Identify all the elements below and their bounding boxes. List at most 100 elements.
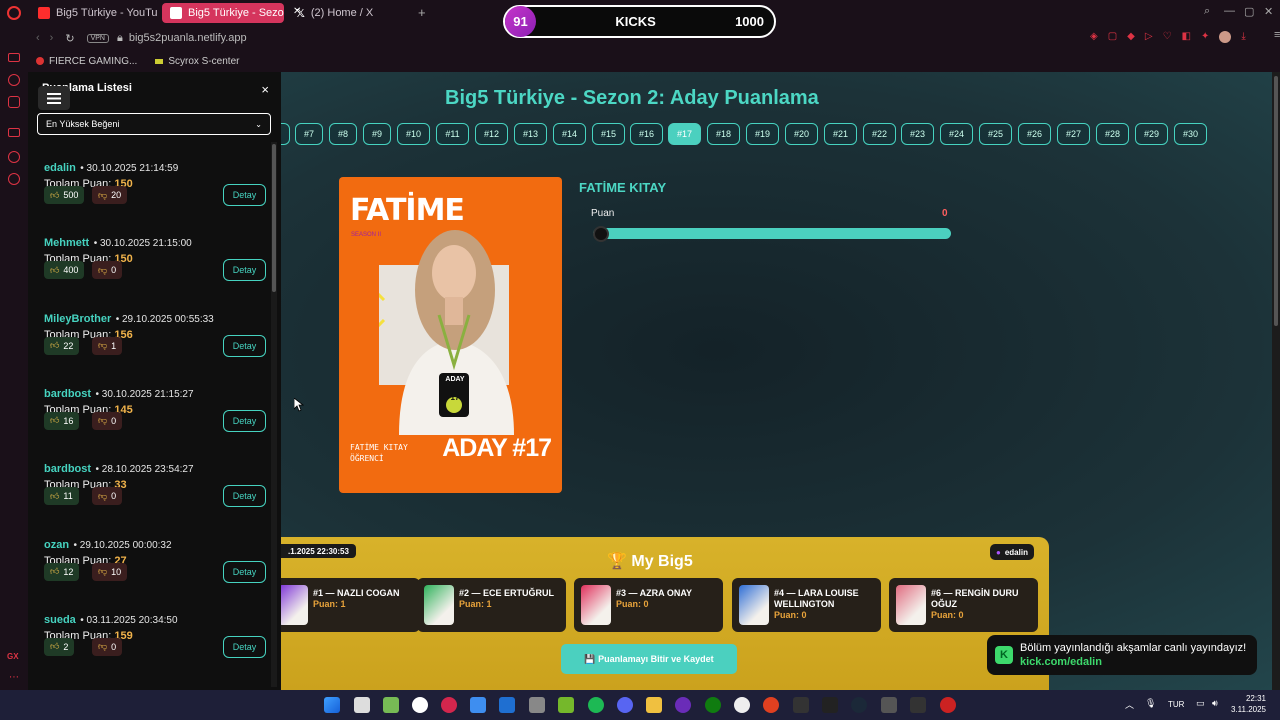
dislike-button[interactable]: 👎︎ 20 <box>92 186 128 204</box>
number-tab[interactable]: #23 <box>901 123 934 145</box>
opera-logo-icon[interactable] <box>7 6 21 20</box>
spotify-icon[interactable] <box>588 697 604 713</box>
detail-button[interactable]: Detay <box>223 560 266 583</box>
history-icon[interactable] <box>8 74 20 86</box>
number-tab[interactable]: #20 <box>785 123 818 145</box>
folder-icon[interactable] <box>646 697 662 713</box>
detail-button[interactable]: Detay <box>223 334 266 357</box>
tray-chevron-icon[interactable]: ︿ <box>1125 698 1134 711</box>
hamburger-menu-button[interactable] <box>38 86 70 110</box>
back-icon[interactable]: ‹ <box>36 32 40 44</box>
big5-pick-card[interactable]: #2 — ECE ERTUĞRUL Puan: 1 <box>417 578 566 632</box>
like-button[interactable]: 👍︎ 22 <box>44 336 80 355</box>
finish-and-save-button[interactable]: 💾 Puanlamayı Bitir ve Kaydet <box>561 644 737 674</box>
epic-games-icon[interactable] <box>822 697 838 713</box>
number-tab[interactable]: #27 <box>1057 123 1090 145</box>
file-icon[interactable] <box>354 697 370 713</box>
language-indicator[interactable]: TUR <box>1168 700 1184 709</box>
discord-icon[interactable] <box>617 697 633 713</box>
number-tab[interactable]: #7 <box>295 123 323 145</box>
score-slider-thumb[interactable] <box>593 226 609 242</box>
number-tab[interactable]: #29 <box>1135 123 1168 145</box>
app-icon[interactable] <box>881 697 897 713</box>
dislike-button[interactable]: 👎︎ 10 <box>92 562 128 581</box>
app-icon[interactable] <box>734 697 750 713</box>
sort-select[interactable]: En Yüksek Beğeni ⌄ <box>37 113 271 135</box>
dislike-button[interactable]: 👎︎ 0 <box>92 487 123 506</box>
number-tab[interactable]: #11 <box>436 123 469 145</box>
big5-pick-card[interactable]: #6 — RENGİN DURU OĞUZ Puan: 0 <box>889 578 1038 632</box>
dislike-button[interactable]: 👎︎ 0 <box>92 637 123 656</box>
reload-icon[interactable]: ↻ <box>65 32 74 45</box>
store-icon[interactable] <box>470 697 486 713</box>
maximize-icon[interactable]: ▢ <box>1244 5 1254 18</box>
app-icon[interactable] <box>675 697 691 713</box>
close-window-icon[interactable]: ✕ <box>1264 5 1273 18</box>
menu-icon[interactable]: ≡ <box>1274 29 1280 41</box>
shield-icon[interactable]: ◆ <box>1127 31 1135 43</box>
entry-user[interactable]: sueda <box>44 614 76 626</box>
number-tab[interactable]: #24 <box>940 123 973 145</box>
tab-big5[interactable]: Big5 Türkiye - Sezon 2: A <box>162 3 284 23</box>
mail-icon[interactable] <box>499 697 515 713</box>
dislike-button[interactable]: 👎︎ 0 <box>92 261 123 280</box>
app-icon[interactable] <box>763 697 779 713</box>
like-button[interactable]: 👍︎ 12 <box>44 562 80 581</box>
number-tab[interactable]: #17 <box>668 123 701 145</box>
live-stream-toast[interactable]: K Bölüm yayınlandığı akşamlar canlı yayı… <box>987 635 1257 675</box>
dislike-button[interactable]: 👎︎ 0 <box>92 411 123 430</box>
like-button[interactable]: 👍︎ 500 <box>44 186 85 204</box>
tab-youtube[interactable]: Big5 Türkiye - YouTube <box>30 3 158 23</box>
like-button[interactable]: 👍︎ 2 <box>44 637 75 656</box>
number-tab[interactable]: #13 <box>514 123 547 145</box>
entry-user[interactable]: bardbost <box>44 388 91 400</box>
number-tab[interactable]: #14 <box>553 123 586 145</box>
opera-gx-icon[interactable] <box>441 697 457 713</box>
close-panel-button[interactable]: × <box>261 82 269 97</box>
nvidia-icon[interactable] <box>558 697 574 713</box>
like-button[interactable]: 👍︎ 400 <box>44 261 85 280</box>
big5-pick-card[interactable]: #3 — AZRA ONAY Puan: 0 <box>574 578 723 632</box>
minimize-icon[interactable]: — <box>1224 5 1235 17</box>
app-icon[interactable] <box>383 697 399 713</box>
page-scrollbar[interactable] <box>1272 72 1280 690</box>
bookmark-item[interactable]: Scyrox S-center <box>155 56 239 67</box>
number-tab[interactable]: #28 <box>1096 123 1129 145</box>
page-scroll-thumb[interactable] <box>1274 76 1278 326</box>
more-icon[interactable]: ⋯ <box>9 672 19 683</box>
new-tab-button[interactable]: + <box>418 5 426 20</box>
gx-icon[interactable]: GX <box>7 652 19 661</box>
snapshot-icon[interactable]: ▢ <box>1108 31 1117 43</box>
forward-icon[interactable]: › <box>50 32 54 44</box>
network-icon[interactable]: ▭ <box>1196 698 1205 709</box>
entry-user[interactable]: ozan <box>44 539 69 551</box>
bookmark-icon[interactable]: ◈ <box>1090 31 1098 43</box>
number-tab[interactable]: #19 <box>746 123 779 145</box>
download-icon[interactable]: ⤓ <box>1241 31 1245 43</box>
app-icon[interactable] <box>940 697 956 713</box>
volume-icon[interactable]: 🔊︎ <box>1212 698 1218 709</box>
bookmark-item[interactable]: FIERCE GAMING... <box>36 56 137 67</box>
extension-icon[interactable] <box>8 96 20 108</box>
big5-pick-card[interactable]: #1 — NAZLI COGAN Puan: 1 <box>271 578 420 632</box>
microphone-icon[interactable]: 🎙︎ <box>1145 698 1156 709</box>
like-button[interactable]: 👍︎ 16 <box>44 411 80 430</box>
number-tab[interactable]: #10 <box>397 123 430 145</box>
vpn-badge[interactable]: VPN <box>86 33 109 43</box>
heart-icon[interactable]: ♡ <box>1163 31 1172 43</box>
number-tab[interactable]: #21 <box>824 123 857 145</box>
play-icon[interactable]: ▷ <box>1145 31 1153 43</box>
game-icon[interactable] <box>8 128 20 137</box>
clock-icon[interactable] <box>8 151 20 163</box>
like-button[interactable]: 👍︎ 11 <box>44 487 79 506</box>
number-tab[interactable]: #26 <box>1018 123 1051 145</box>
number-tab[interactable]: #18 <box>707 123 740 145</box>
taskbar-clock[interactable]: 22:31 3.11.2025 <box>1231 693 1266 715</box>
windows-start-icon[interactable] <box>324 697 340 713</box>
detail-button[interactable]: Detay <box>223 635 266 658</box>
detail-button[interactable]: Detay <box>223 184 266 206</box>
panel-scrollbar[interactable] <box>271 142 277 687</box>
settings-icon[interactable] <box>8 173 20 185</box>
avatar[interactable] <box>1219 31 1232 43</box>
big5-pick-card[interactable]: #4 — LARA LOUISE WELLINGTON Puan: 0 <box>732 578 881 632</box>
